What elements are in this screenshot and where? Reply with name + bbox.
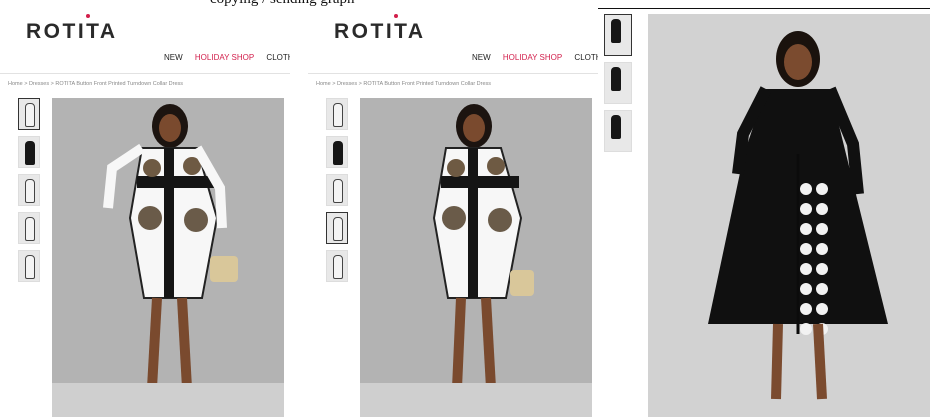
top-nav: NEW HOLIDAY SHOP CLOTHIN bbox=[164, 53, 290, 62]
store-logo-2[interactable]: ROTITA bbox=[334, 20, 426, 44]
thumbnail-2-2[interactable] bbox=[326, 136, 348, 168]
thumbnail-3[interactable] bbox=[18, 174, 40, 206]
thumbnail-2-1[interactable] bbox=[326, 98, 348, 130]
top-nav-2: NEW HOLIDAY SHOP CLOTHIN bbox=[472, 53, 598, 62]
nav-item-new[interactable]: NEW bbox=[164, 53, 183, 62]
header-divider-2 bbox=[308, 73, 598, 74]
thumbnail-2[interactable] bbox=[18, 136, 40, 168]
thumbnail-2-3[interactable] bbox=[326, 174, 348, 206]
breadcrumb[interactable]: Home > Dresses > ROTITA Button Front Pri… bbox=[8, 81, 183, 87]
product-photo bbox=[52, 98, 284, 417]
model-illustration-2 bbox=[432, 104, 534, 389]
thumbnail-3-2[interactable] bbox=[604, 62, 632, 104]
model-illustration-3 bbox=[708, 31, 888, 400]
store-logo[interactable]: ROTITA bbox=[26, 20, 118, 44]
thumbnail-3-1[interactable] bbox=[604, 14, 632, 56]
logo-accent-dot-2 bbox=[394, 14, 398, 18]
thumbnail-1[interactable] bbox=[18, 98, 40, 130]
panel-gap bbox=[290, 8, 308, 417]
thumbnail-3-3[interactable] bbox=[604, 110, 632, 152]
thumbnail-2-5[interactable] bbox=[326, 250, 348, 282]
product-photo-3 bbox=[648, 14, 930, 417]
header-divider bbox=[0, 73, 290, 74]
logo-accent-dot bbox=[86, 14, 90, 18]
nav-item-new-2[interactable]: NEW bbox=[472, 53, 491, 62]
thumbnail-4[interactable] bbox=[18, 212, 40, 244]
nav-item-holiday-shop-2[interactable]: HOLIDAY SHOP bbox=[503, 53, 562, 62]
product-photo-2 bbox=[360, 98, 592, 417]
nav-item-holiday-shop[interactable]: HOLIDAY SHOP bbox=[195, 53, 254, 62]
nav-item-clothing-2[interactable]: CLOTHIN bbox=[574, 53, 598, 62]
thumbnail-5[interactable] bbox=[18, 250, 40, 282]
thumbnail-2-4[interactable] bbox=[326, 212, 348, 244]
model-illustration bbox=[103, 104, 238, 389]
product-page-1: ROTITA NEW HOLIDAY SHOP CLOTHIN Home > D… bbox=[0, 8, 290, 417]
product-page-2: ROTITA NEW HOLIDAY SHOP CLOTHIN Home > D… bbox=[308, 8, 598, 417]
breadcrumb-2[interactable]: Home > Dresses > ROTITA Button Front Pri… bbox=[316, 81, 491, 87]
nav-item-clothing[interactable]: CLOTHIN bbox=[266, 53, 290, 62]
caption-fragment: copying / sending graph bbox=[210, 0, 355, 8]
